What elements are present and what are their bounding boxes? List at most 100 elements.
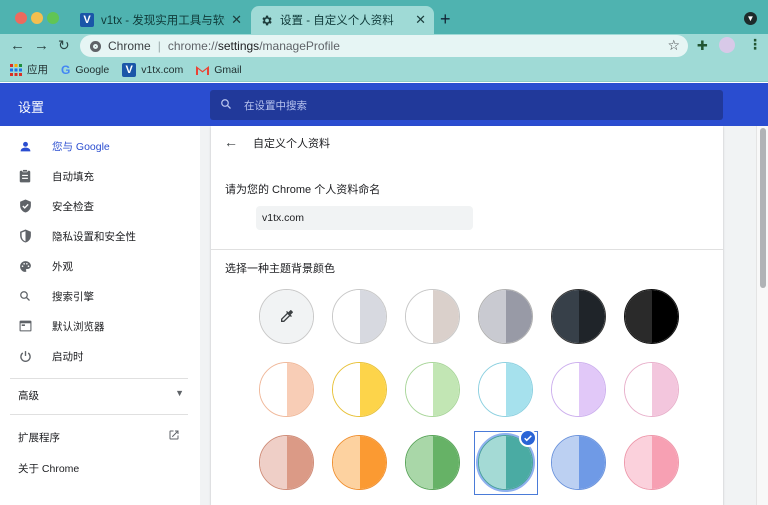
- bookmark-google[interactable]: G Google: [61, 63, 109, 77]
- sidebar-item-label: 安全检查: [52, 200, 94, 213]
- settings-sidebar: 您与 Google 自动填充 安全检查 隐私设置和安全性 外观 搜索引擎 默认浏…: [0, 126, 200, 505]
- settings-search-input[interactable]: 在设置中搜索: [210, 90, 723, 120]
- extensions-puzzle-icon[interactable]: ✚: [697, 38, 708, 54]
- new-tab-button[interactable]: +: [440, 9, 451, 30]
- sidebar-divider: [10, 414, 188, 415]
- theme-color-swatch[interactable]: [624, 289, 679, 344]
- bookmark-v1tx[interactable]: V v1tx.com: [122, 62, 183, 77]
- shield-check-icon: [18, 199, 32, 213]
- sidebar-item-label: 您与 Google: [52, 140, 110, 153]
- sidebar-advanced-toggle[interactable]: 高级 ▼: [18, 388, 184, 403]
- profile-name-label: 请为您的 Chrome 个人资料命名: [225, 184, 381, 196]
- forward-button[interactable]: →: [34, 37, 49, 54]
- theme-color-swatch[interactable]: [405, 362, 460, 417]
- about-label: 关于 Chrome: [18, 463, 80, 475]
- toolbar: ← → ↻ Chrome | chrome://settings/manageP…: [0, 34, 768, 58]
- theme-color-swatch[interactable]: [259, 435, 314, 490]
- advanced-label: 高级: [18, 390, 39, 402]
- theme-color-swatch[interactable]: [478, 289, 533, 344]
- theme-color-swatch[interactable]: [332, 289, 387, 344]
- theme-color-swatch[interactable]: [405, 435, 460, 490]
- settings-header: 设置 在设置中搜索: [0, 83, 768, 126]
- maximize-window-button[interactable]: [47, 12, 59, 24]
- bookmark-apps[interactable]: 应用: [10, 62, 48, 77]
- profile-avatar[interactable]: [719, 37, 735, 53]
- sidebar-item-label: 启动时: [52, 350, 84, 363]
- menu-kebab-icon[interactable]: ⋮: [748, 36, 762, 53]
- custom-color-picker-swatch[interactable]: [259, 289, 314, 344]
- theme-color-swatch[interactable]: [332, 362, 387, 417]
- gmail-icon: [196, 65, 210, 75]
- sidebar-item-label: 搜索引擎: [52, 290, 94, 303]
- v1tx-logo-icon: V: [80, 13, 94, 27]
- search-icon: [18, 289, 32, 303]
- manage-profile-card: ← 自定义个人资料 请为您的 Chrome 个人资料命名 v1tx.com 选择…: [211, 126, 723, 505]
- theme-color-swatch[interactable]: [624, 435, 679, 490]
- theme-color-swatch[interactable]: [551, 289, 606, 344]
- sidebar-item-safety-check[interactable]: 安全检查: [0, 191, 200, 221]
- theme-color-swatch[interactable]: [624, 362, 679, 417]
- back-button[interactable]: ←: [10, 37, 25, 54]
- shield-icon: [18, 229, 32, 243]
- v1tx-logo-icon: V: [122, 62, 137, 77]
- theme-color-swatch[interactable]: [551, 435, 606, 490]
- theme-color-swatch[interactable]: [551, 362, 606, 417]
- site-name: Chrome: [108, 39, 151, 53]
- google-icon: G: [61, 62, 71, 77]
- sidebar-item-about-chrome[interactable]: 关于 Chrome: [18, 461, 79, 476]
- profile-name-value: v1tx.com: [262, 212, 305, 224]
- separator: |: [157, 39, 161, 53]
- caret-down-icon: ▼: [175, 388, 184, 398]
- sidebar-item-extensions[interactable]: 扩展程序: [18, 429, 180, 445]
- close-tab-icon[interactable]: ✕: [231, 12, 242, 28]
- search-icon: [220, 98, 232, 113]
- page-title: 设置: [18, 100, 45, 115]
- sidebar-item-autofill[interactable]: 自动填充: [0, 161, 200, 191]
- clipboard-icon: [18, 169, 32, 183]
- tab-settings[interactable]: 设置 - 自定义个人资料 ✕: [251, 6, 434, 34]
- search-placeholder: 在设置中搜索: [244, 99, 307, 112]
- tab-v1tx[interactable]: V v1tx - 发现实用工具与软件 ✕: [72, 6, 250, 34]
- profile-name-input[interactable]: v1tx.com: [256, 206, 473, 230]
- bookmark-star-icon[interactable]: ☆: [667, 37, 680, 54]
- sidebar-item-label: 外观: [52, 260, 73, 273]
- sidebar-item-label: 默认浏览器: [52, 320, 105, 333]
- person-icon: [18, 139, 32, 153]
- theme-color-swatch[interactable]: [259, 362, 314, 417]
- tab-title: 设置 - 自定义个人资料: [280, 15, 394, 27]
- power-icon: [18, 349, 32, 363]
- close-tab-icon[interactable]: ✕: [415, 12, 426, 28]
- close-window-button[interactable]: [15, 12, 27, 24]
- sidebar-item-privacy[interactable]: 隐私设置和安全性: [0, 221, 200, 251]
- reload-button[interactable]: ↻: [58, 37, 70, 54]
- scrollbar-thumb[interactable]: [760, 128, 766, 288]
- open-in-new-icon: [168, 429, 180, 444]
- tab-search-button[interactable]: ▼: [744, 12, 757, 25]
- tab-title: v1tx - 发现实用工具与软件: [101, 15, 226, 27]
- theme-color-swatch[interactable]: [478, 362, 533, 417]
- apps-grid-icon: [10, 63, 22, 76]
- theme-color-swatch[interactable]: [332, 435, 387, 490]
- theme-color-label: 选择一种主题背景颜色: [225, 263, 335, 275]
- tab-strip: V v1tx - 发现实用工具与软件 ✕ 设置 - 自定义个人资料 ✕ + ▼: [0, 0, 768, 34]
- sidebar-item-you-and-google[interactable]: 您与 Google: [0, 131, 200, 161]
- sidebar-item-on-startup[interactable]: 启动时: [0, 341, 200, 371]
- selected-check-icon: [519, 429, 537, 447]
- chrome-site-icon: [90, 40, 101, 52]
- sidebar-item-default-browser[interactable]: 默认浏览器: [0, 311, 200, 341]
- bookmarks-bar: 应用 G Google V v1tx.com Gmail: [0, 58, 768, 82]
- section-divider: [211, 249, 723, 250]
- section-title: 自定义个人资料: [253, 138, 330, 150]
- theme-color-swatch[interactable]: [405, 289, 460, 344]
- sidebar-item-search-engine[interactable]: 搜索引擎: [0, 281, 200, 311]
- palette-icon: [18, 259, 32, 273]
- back-arrow-button[interactable]: ←: [224, 134, 238, 150]
- url-text: chrome://settings/manageProfile: [167, 39, 340, 53]
- sidebar-item-appearance[interactable]: 外观: [0, 251, 200, 281]
- minimize-window-button[interactable]: [31, 12, 43, 24]
- sidebar-divider: [10, 378, 188, 379]
- bookmark-gmail[interactable]: Gmail: [196, 64, 242, 76]
- address-bar[interactable]: Chrome | chrome://settings/manageProfile…: [80, 35, 688, 57]
- browser-window-icon: [18, 319, 32, 333]
- bookmark-label: 应用: [27, 64, 48, 76]
